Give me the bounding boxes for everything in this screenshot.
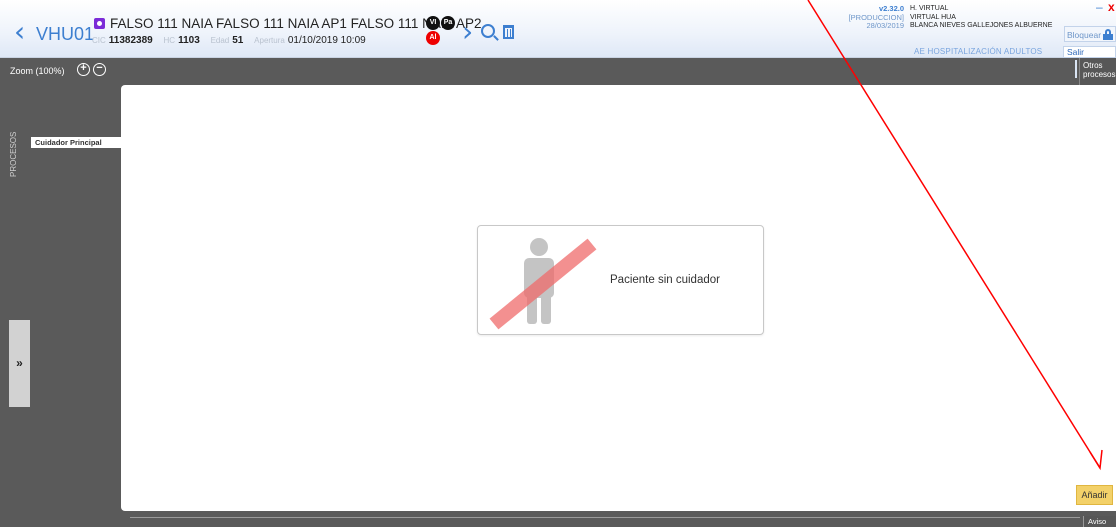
empty-state-card: Paciente sin cuidador bbox=[477, 225, 764, 335]
pa-badge[interactable]: Pa bbox=[441, 16, 455, 30]
person-icon bbox=[489, 238, 597, 330]
toolbar-divider bbox=[1075, 60, 1077, 78]
close-button[interactable]: x bbox=[1108, 0, 1115, 14]
hc-value: 1103 bbox=[178, 35, 200, 46]
expand-icon[interactable]: » bbox=[9, 320, 30, 407]
main-panel: Paciente sin cuidador Añadir bbox=[121, 85, 1116, 511]
lock-label: Bloquear bbox=[1067, 30, 1102, 40]
user-name: BLANCA NIEVES GALLEJONES ALBUERNE bbox=[910, 22, 1053, 29]
hospital-name: H. VIRTUAL bbox=[910, 5, 949, 12]
add-button[interactable]: Añadir bbox=[1076, 485, 1113, 505]
cic-label: CIC bbox=[92, 36, 106, 45]
patient-meta: CIC 11382389 HC 1103 Edad 51 Apertura 01/10/… bbox=[92, 35, 374, 46]
caregiver-tab[interactable]: Cuidador Principal bbox=[31, 137, 121, 148]
search-icon[interactable] bbox=[481, 24, 495, 38]
room-code: VHU01 bbox=[36, 24, 95, 44]
zoom-label: Zoom (100%) bbox=[10, 66, 65, 76]
zoom-toolbar: Zoom (100%) + − Otros procesos bbox=[0, 58, 1116, 85]
left-border bbox=[0, 85, 9, 527]
opening-value: 01/10/2019 10:09 bbox=[287, 35, 366, 46]
hc-label: HC bbox=[163, 36, 176, 45]
lock-icon bbox=[1103, 29, 1113, 40]
hospital-info: H. VIRTUAL VIRTUAL HUA BLANCA NIEVES GAL… bbox=[910, 5, 1052, 31]
bottom-divider bbox=[130, 517, 1080, 518]
patient-type-icon bbox=[94, 18, 105, 29]
age-value: 51 bbox=[232, 35, 244, 46]
opening-label: Apertura bbox=[254, 36, 285, 45]
service-name: AE HOSPITALIZACIÓN ADULTOS bbox=[914, 47, 1043, 56]
zoom-out-icon[interactable]: − bbox=[93, 63, 106, 76]
patient-header: ‹ VHU01 FALSO 111 NAIA FALSO 111 NAIA AP… bbox=[0, 0, 1116, 67]
age-label: Edad bbox=[210, 36, 230, 45]
other-processes-button[interactable]: Otros procesos bbox=[1079, 58, 1116, 85]
trash-icon[interactable] bbox=[503, 25, 514, 39]
unit-name: VIRTUAL HUA bbox=[910, 13, 956, 21]
allergy-badge[interactable]: Al bbox=[426, 31, 440, 45]
system-date: 28/03/2019 bbox=[866, 21, 904, 30]
minimize-button[interactable]: – bbox=[1096, 0, 1103, 14]
processes-tab[interactable]: PROCESOS bbox=[9, 132, 30, 177]
exit-patient-button[interactable]: Salir Paciente bbox=[1063, 46, 1116, 67]
zoom-in-icon[interactable]: + bbox=[77, 63, 90, 76]
empty-state-message: Paciente sin cuidador bbox=[610, 274, 720, 286]
next-patient-button[interactable]: › bbox=[462, 18, 473, 46]
vi-badge[interactable]: VI bbox=[426, 16, 440, 30]
warnings-tab[interactable]: Aviso bbox=[1083, 516, 1116, 527]
previous-patient-button[interactable]: ‹ bbox=[14, 18, 30, 46]
version-info: v2.32.0 [PRODUCCION] 28/03/2019 bbox=[836, 4, 904, 31]
lock-button[interactable]: Bloquear bbox=[1064, 26, 1116, 42]
cic-value: 11382389 bbox=[108, 35, 153, 46]
